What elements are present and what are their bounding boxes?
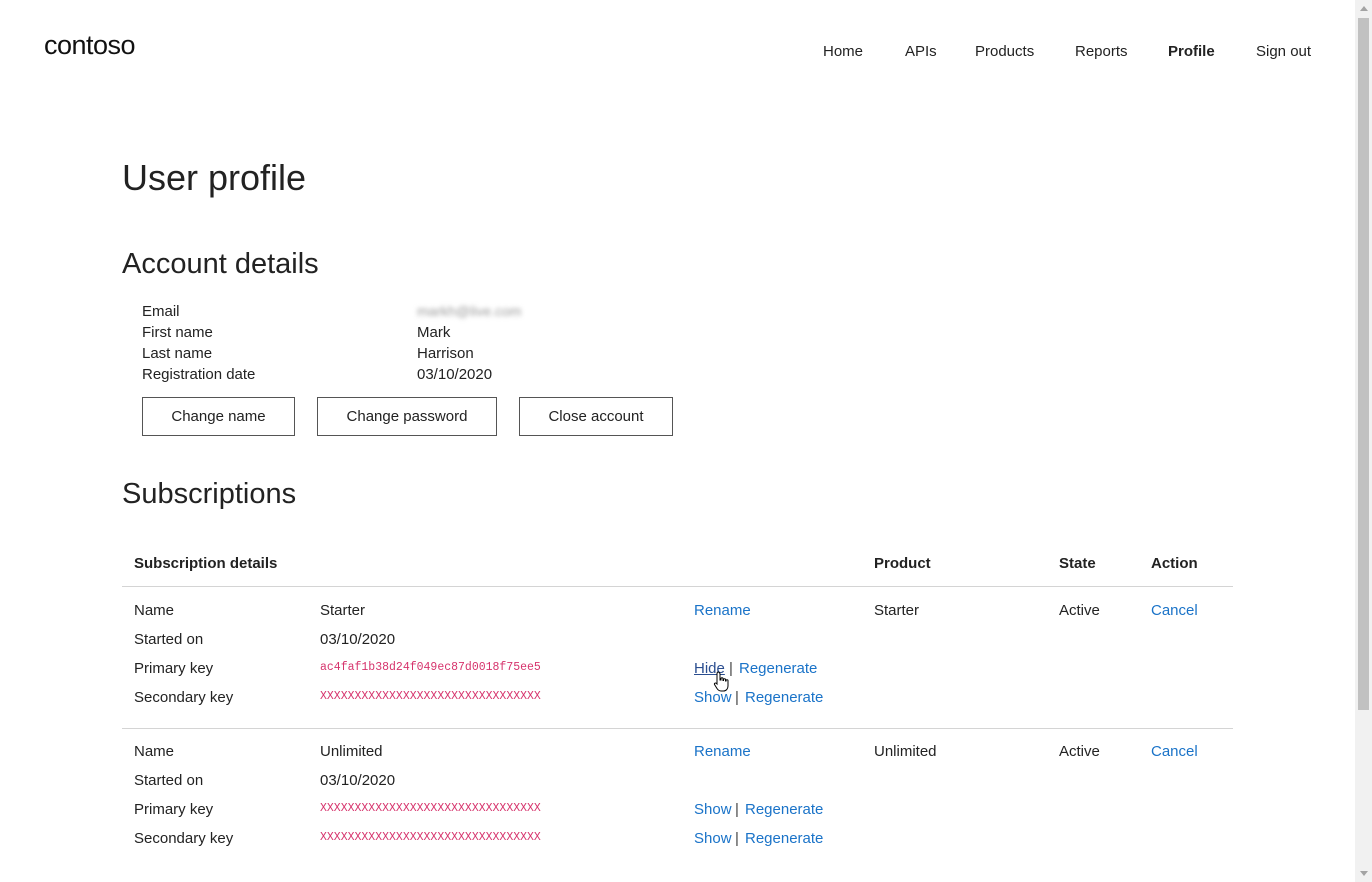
hand-pointer-cursor-icon: [713, 671, 729, 692]
show-primary-key-link[interactable]: Show: [694, 801, 732, 818]
email-label: Email: [142, 303, 180, 320]
scrollbar-thumb[interactable]: [1358, 18, 1369, 710]
regenerate-secondary-key-link[interactable]: Regenerate: [745, 689, 823, 706]
separator: |: [735, 830, 739, 847]
product-value: Starter: [874, 602, 920, 619]
column-header-state: State: [1059, 555, 1096, 572]
regenerate-primary-key-link[interactable]: Regenerate: [739, 660, 817, 677]
nav-sign-out[interactable]: Sign out: [1256, 43, 1311, 60]
row-divider: [122, 728, 1233, 729]
scroll-down-arrow-icon[interactable]: [1360, 871, 1368, 876]
secondary-key-value: XXXXXXXXXXXXXXXXXXXXXXXXXXXXXXXX: [320, 690, 541, 703]
logo[interactable]: contoso: [44, 30, 136, 61]
primary-key-label: Primary key: [134, 660, 214, 677]
rename-link[interactable]: Rename: [694, 602, 751, 619]
primary-key-value: ac4faf1b38d24f049ec87d0018f75ee5: [320, 661, 541, 674]
product-value: Unlimited: [874, 743, 937, 760]
change-password-button[interactable]: Change password: [317, 397, 497, 436]
last-name-value: Harrison: [417, 345, 474, 362]
show-secondary-key-link[interactable]: Show: [694, 830, 732, 847]
column-header-subscription-details: Subscription details: [134, 555, 278, 572]
registration-date-label: Registration date: [142, 366, 256, 383]
primary-key-label: Primary key: [134, 801, 214, 818]
last-name-label: Last name: [142, 345, 213, 362]
nav-home[interactable]: Home: [823, 43, 863, 60]
primary-key-value: XXXXXXXXXXXXXXXXXXXXXXXXXXXXXXXX: [320, 802, 541, 815]
table-header-divider: [122, 586, 1233, 587]
subscriptions-heading: Subscriptions: [122, 478, 297, 510]
started-on-label: Started on: [134, 631, 204, 648]
scroll-up-arrow-icon[interactable]: [1360, 6, 1368, 11]
registration-date-value: 03/10/2020: [417, 366, 493, 383]
regenerate-secondary-key-link[interactable]: Regenerate: [745, 830, 823, 847]
first-name-value: Mark: [417, 324, 451, 341]
started-on-value: 03/10/2020: [320, 631, 396, 648]
nav-reports[interactable]: Reports: [1075, 43, 1128, 60]
email-value: markh@live.com: [417, 303, 522, 319]
state-value: Active: [1059, 602, 1100, 619]
first-name-label: First name: [142, 324, 213, 341]
rename-link[interactable]: Rename: [694, 743, 751, 760]
subscription-name: Unlimited: [320, 743, 383, 760]
page-title: User profile: [122, 157, 307, 198]
regenerate-primary-key-link[interactable]: Regenerate: [745, 801, 823, 818]
started-on-value: 03/10/2020: [320, 772, 396, 789]
started-on-label: Started on: [134, 772, 204, 789]
close-account-button[interactable]: Close account: [519, 397, 673, 436]
secondary-key-label: Secondary key: [134, 830, 234, 847]
separator: |: [735, 689, 739, 706]
subscription-name: Starter: [320, 602, 366, 619]
column-header-product: Product: [874, 555, 931, 572]
secondary-key-label: Secondary key: [134, 689, 234, 706]
nav-products[interactable]: Products: [975, 43, 1034, 60]
account-details-heading: Account details: [122, 248, 319, 280]
cancel-link[interactable]: Cancel: [1151, 743, 1198, 760]
state-value: Active: [1059, 743, 1100, 760]
cancel-link[interactable]: Cancel: [1151, 602, 1198, 619]
separator: |: [735, 801, 739, 818]
name-label: Name: [134, 743, 175, 760]
column-header-action: Action: [1151, 555, 1198, 572]
change-name-button[interactable]: Change name: [142, 397, 295, 436]
secondary-key-value: XXXXXXXXXXXXXXXXXXXXXXXXXXXXXXXX: [320, 831, 541, 844]
name-label: Name: [134, 602, 175, 619]
nav-profile[interactable]: Profile: [1168, 43, 1215, 60]
nav-apis[interactable]: APIs: [905, 43, 937, 60]
